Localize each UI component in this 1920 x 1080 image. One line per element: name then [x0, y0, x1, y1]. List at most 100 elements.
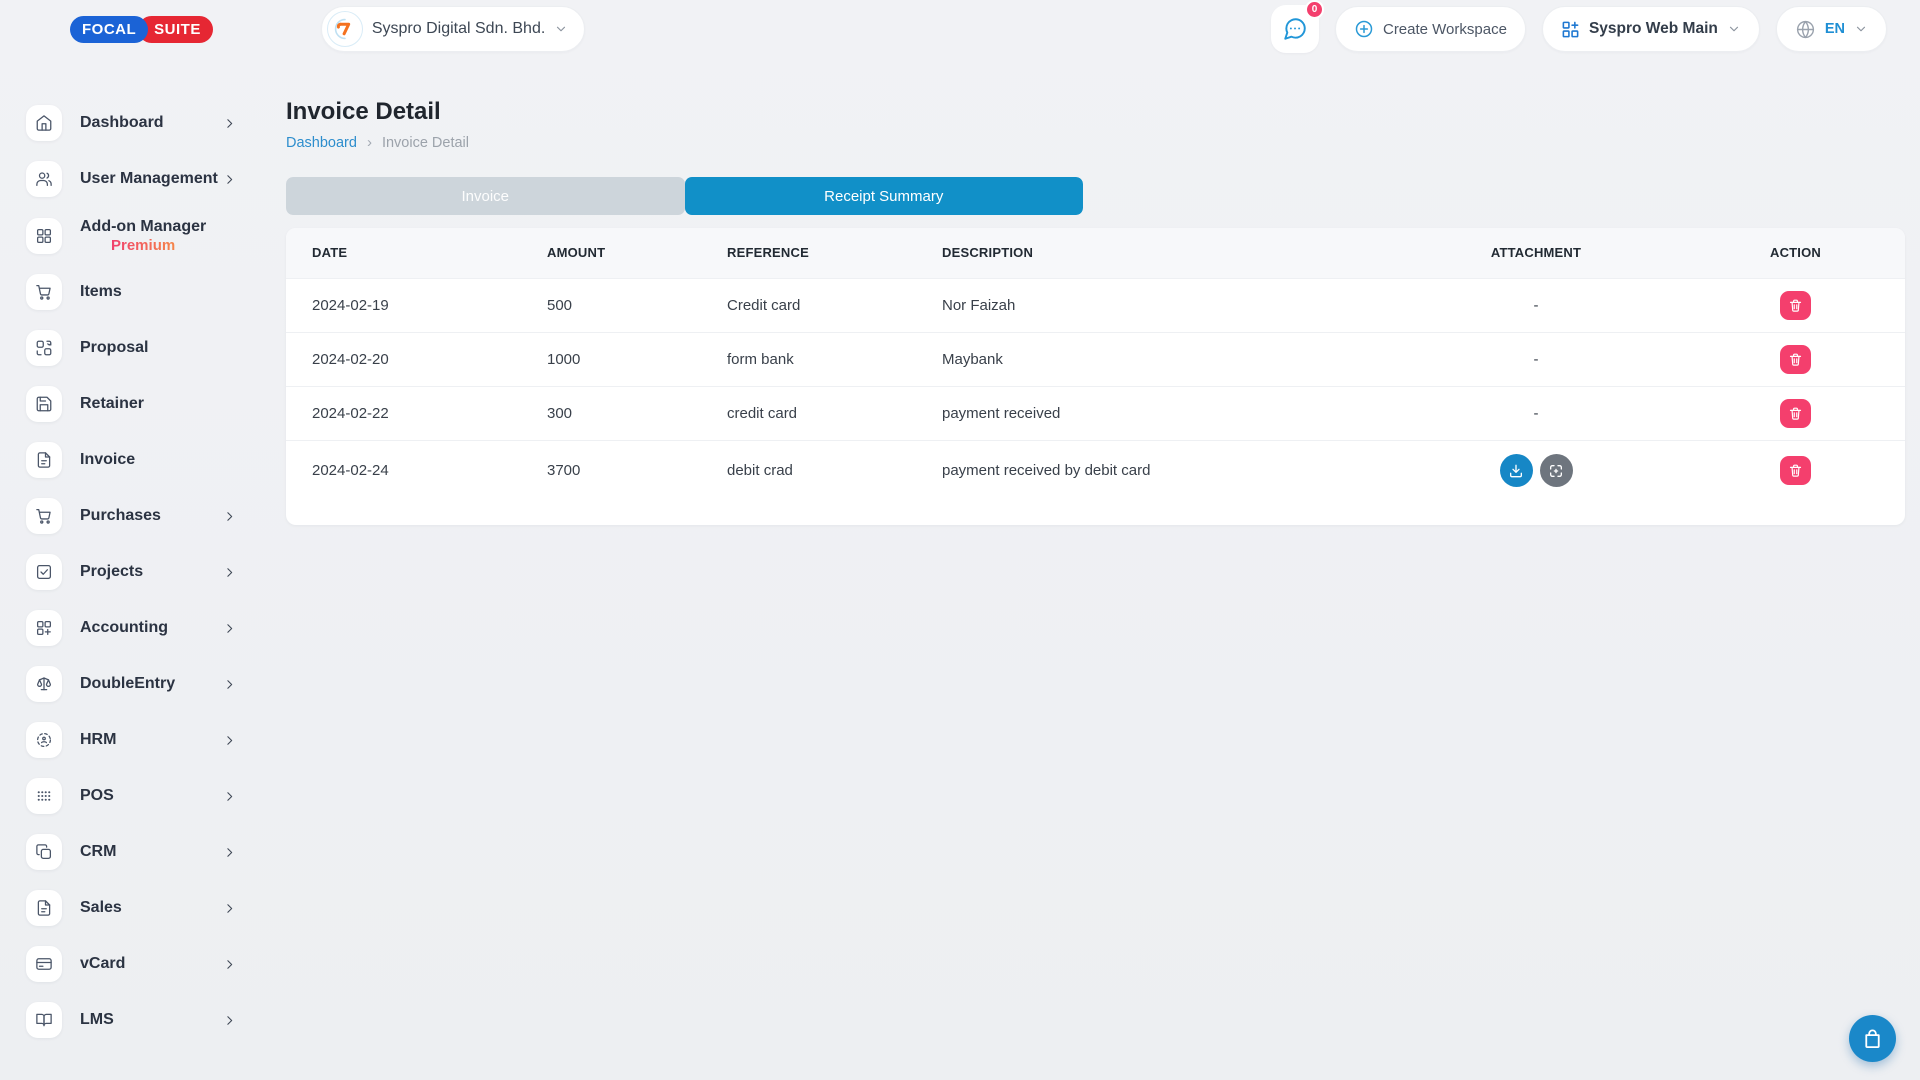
save-icon — [26, 386, 62, 422]
sidebar-item-lms[interactable]: LMS — [26, 1002, 268, 1038]
cell-date: 2024-02-20 — [286, 332, 521, 386]
top-header: FOCAL SUITE Syspro Digital Sdn. Bhd. 0 — [0, 0, 1920, 58]
column-header-action: ACTION — [1686, 228, 1905, 278]
create-workspace-button[interactable]: Create Workspace — [1335, 6, 1526, 52]
sidebar-item-accounting[interactable]: Accounting — [26, 610, 268, 646]
sidebar-item-purchases[interactable]: Purchases — [26, 498, 268, 534]
breadcrumb-dashboard-link[interactable]: Dashboard — [286, 135, 357, 151]
grid-plus-icon — [1561, 20, 1580, 39]
view-attachment-button[interactable] — [1540, 454, 1573, 487]
chevron-right-icon — [223, 566, 236, 579]
column-header-attachment: ATTACHMENT — [1386, 228, 1686, 278]
table-body: 2024-02-19500Credit cardNor Faizah-2024-… — [286, 278, 1905, 501]
attachment-empty: - — [1534, 351, 1539, 368]
cell-reference: Credit card — [701, 278, 916, 332]
sidebar-item-hrm[interactable]: HRM — [26, 722, 268, 758]
sidebar-item-label: DoubleEntry — [80, 674, 175, 694]
header-actions: 0 Create Workspace Syspro Web Main EN — [1271, 5, 1887, 53]
sidebar-item-label: Invoice — [80, 450, 135, 470]
sidebar-item-label: Proposal — [80, 338, 148, 358]
delete-receipt-button[interactable] — [1780, 399, 1811, 428]
chevron-right-icon — [223, 790, 236, 803]
attachment-empty: - — [1534, 405, 1539, 422]
sidebar-item-projects[interactable]: Projects — [26, 554, 268, 590]
sidebar-item-text: LMS — [80, 1010, 114, 1030]
tab-invoice[interactable]: Invoice — [286, 177, 685, 215]
sidebar-item-doubleentry[interactable]: DoubleEntry — [26, 666, 268, 702]
credit-card-icon — [26, 946, 62, 982]
receipts-table-card: DATEAMOUNTREFERENCEDESCRIPTIONATTACHMENT… — [286, 228, 1905, 525]
sidebar-item-retainer[interactable]: Retainer — [26, 386, 268, 422]
delete-receipt-button[interactable] — [1780, 456, 1811, 485]
grid-plus-icon — [26, 610, 62, 646]
workspace-selector[interactable]: Syspro Digital Sdn. Bhd. — [321, 6, 585, 52]
sidebar-item-text: Purchases — [80, 506, 161, 526]
chevron-down-icon — [1854, 22, 1868, 36]
cell-reference: credit card — [701, 386, 916, 440]
breadcrumb-current: Invoice Detail — [382, 135, 469, 151]
sidebar-item-invoice[interactable]: Invoice — [26, 442, 268, 478]
sidebar-item-label: HRM — [80, 730, 116, 750]
marketplace-fab[interactable] — [1849, 1015, 1896, 1062]
chat-notification-badge: 0 — [1305, 0, 1324, 19]
cell-amount: 300 — [521, 386, 701, 440]
sidebar-item-text: Sales — [80, 898, 122, 918]
tab-receipt-summary[interactable]: Receipt Summary — [685, 177, 1084, 215]
home-icon — [26, 105, 62, 141]
cell-date: 2024-02-22 — [286, 386, 521, 440]
sidebar-item-text: HRM — [80, 730, 116, 750]
delete-receipt-button[interactable] — [1780, 291, 1811, 320]
workspace-name: Syspro Digital Sdn. Bhd. — [372, 20, 545, 38]
chat-button[interactable]: 0 — [1271, 5, 1319, 53]
sidebar-item-label: vCard — [80, 954, 125, 974]
app-selector-label: Syspro Web Main — [1589, 20, 1718, 38]
sidebar-item-add-on-manager[interactable]: Add-on ManagerPremium — [26, 217, 268, 254]
sidebar-item-vcard[interactable]: vCard — [26, 946, 268, 982]
chevron-right-icon — [223, 622, 236, 635]
table-row: 2024-02-22300credit cardpayment received… — [286, 386, 1905, 440]
breadcrumb: Dashboard › Invoice Detail — [286, 134, 1905, 151]
chevron-right-icon — [223, 902, 236, 915]
cell-attachment: - — [1386, 386, 1686, 440]
sidebar-item-pos[interactable]: POS — [26, 778, 268, 814]
cell-description: Maybank — [916, 332, 1386, 386]
sidebar-item-text: Projects — [80, 562, 143, 582]
sidebar-item-label: Add-on Manager — [80, 217, 206, 237]
cell-description: payment received — [916, 386, 1386, 440]
chevron-right-icon — [223, 678, 236, 691]
sidebar-item-text: Dashboard — [80, 113, 164, 133]
plus-circle-icon — [1354, 19, 1374, 39]
cell-attachment: - — [1386, 278, 1686, 332]
sidebar-item-user-management[interactable]: User Management — [26, 161, 268, 197]
sidebar-item-label: Retainer — [80, 394, 144, 414]
cell-action — [1686, 440, 1905, 501]
cell-date: 2024-02-24 — [286, 440, 521, 501]
sidebar-item-dashboard[interactable]: Dashboard — [26, 105, 268, 141]
cell-amount: 1000 — [521, 332, 701, 386]
sidebar-item-proposal[interactable]: Proposal — [26, 330, 268, 366]
page-title: Invoice Detail — [286, 98, 1905, 126]
download-attachment-button[interactable] — [1500, 454, 1533, 487]
sidebar-item-crm[interactable]: CRM — [26, 834, 268, 870]
sidebar-item-sales[interactable]: Sales — [26, 890, 268, 926]
sidebar-item-label: Accounting — [80, 618, 168, 638]
sidebar-item-label: Sales — [80, 898, 122, 918]
language-selector[interactable]: EN — [1776, 6, 1887, 52]
cell-attachment: - — [1386, 332, 1686, 386]
chevron-right-icon — [223, 1014, 236, 1027]
table-header-row: DATEAMOUNTREFERENCEDESCRIPTIONATTACHMENT… — [286, 228, 1905, 278]
table-row: 2024-02-243700debit cradpayment received… — [286, 440, 1905, 501]
main-content: Invoice Detail Dashboard › Invoice Detai… — [286, 58, 1905, 525]
cell-amount: 3700 — [521, 440, 701, 501]
cell-action — [1686, 332, 1905, 386]
users-icon — [26, 161, 62, 197]
check-square-icon — [26, 554, 62, 590]
focal-suite-logo[interactable]: FOCAL SUITE — [70, 16, 213, 43]
sidebar-item-items[interactable]: Items — [26, 274, 268, 310]
sidebar-item-label: Purchases — [80, 506, 161, 526]
cell-reference: debit crad — [701, 440, 916, 501]
column-header-description: DESCRIPTION — [916, 228, 1386, 278]
cell-amount: 500 — [521, 278, 701, 332]
delete-receipt-button[interactable] — [1780, 345, 1811, 374]
app-selector[interactable]: Syspro Web Main — [1542, 6, 1760, 52]
